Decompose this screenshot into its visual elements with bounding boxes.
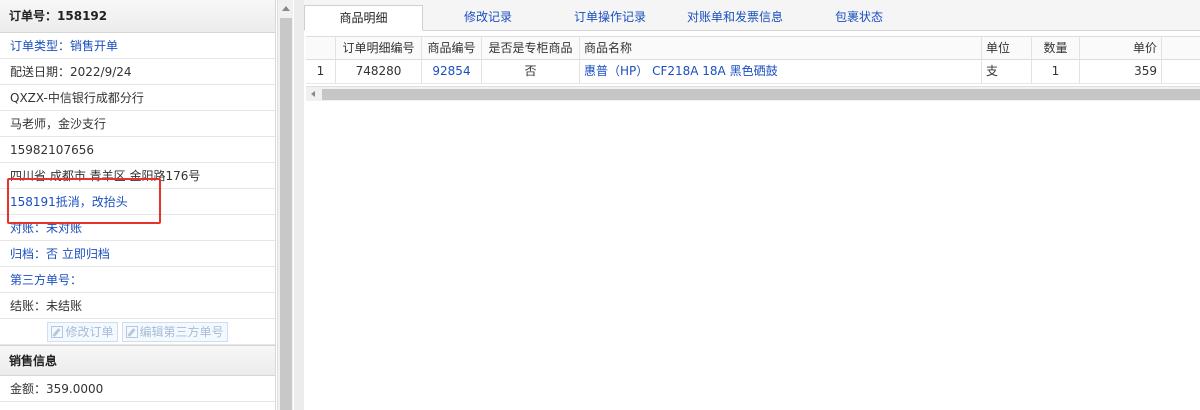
table-row[interactable]: 1 748280 92854 否 惠普（HP） CF218A 18A 黑色硒鼓 … [306, 60, 1200, 84]
product-name-link[interactable]: 惠普（HP） CF218A 18A 黑色硒鼓 [580, 60, 982, 84]
column-header-unit-price[interactable]: 单价 [1080, 37, 1162, 61]
scroll-left-arrow-icon[interactable] [311, 91, 315, 97]
order-number-label: 订单号： [9, 9, 58, 23]
panel-divider [294, 0, 304, 410]
edit-order-button[interactable]: 修改订单 [47, 321, 118, 342]
column-header-filler [1162, 37, 1200, 61]
edit-order-label: 修改订单 [65, 324, 114, 339]
tab-order-operation-log[interactable]: 订单操作记录 [554, 5, 666, 31]
row-index: 1 [306, 60, 336, 84]
order-type: 订单类型：销售开单 [0, 33, 275, 59]
scrollbar-thumb[interactable] [280, 18, 292, 410]
tab-change-log[interactable]: 修改记录 [432, 5, 544, 31]
column-header-unit[interactable]: 单位 [982, 37, 1032, 61]
product-code-link[interactable]: 92854 [422, 60, 482, 84]
sales-amount: 金额：359.0000 [0, 376, 275, 402]
grid-horizontal-scrollbar[interactable] [306, 86, 1200, 101]
detail-panel: 商品明细 修改记录 订单操作记录 对账单和发票信息 包裹状态 订单明细编号 商品… [304, 0, 1200, 410]
edit-third-party-label: 编辑第三方单号 [139, 324, 224, 339]
unit-price-cell: 359 [1080, 60, 1162, 84]
column-header-detail-no[interactable]: 订单明细编号 [336, 37, 422, 61]
edit-icon [125, 325, 138, 338]
column-header-quantity[interactable]: 数量 [1032, 37, 1080, 61]
product-grid: 订单明细编号 商品编号 是否是专柜商品 商品名称 单位 数量 单价 1 7482… [306, 36, 1200, 101]
left-panel-scrollbar[interactable] [277, 0, 293, 410]
column-header-product-code[interactable]: 商品编号 [422, 37, 482, 61]
detail-tabs: 商品明细 修改记录 订单操作记录 对账单和发票信息 包裹状态 [304, 0, 1200, 31]
customer-name: QXZX-中信银行成都分行 [0, 85, 275, 111]
detail-number-cell: 748280 [336, 60, 422, 84]
is-counter-cell: 否 [482, 60, 580, 84]
order-number-value: 158192 [57, 9, 108, 23]
tab-reconcile-invoice[interactable]: 对账单和发票信息 [674, 5, 796, 31]
archive-status[interactable]: 归档：否 立即归档 [0, 241, 275, 267]
third-party-number: 第三方单号： [0, 267, 275, 293]
column-header-index [306, 37, 336, 61]
horizontal-scrollbar-thumb[interactable] [322, 89, 1200, 100]
edit-icon [51, 325, 64, 338]
order-number-header: 订单号：158192 [0, 0, 275, 33]
filler-cell [1162, 60, 1200, 84]
settle-status: 结账：未结账 [0, 293, 275, 319]
order-action-bar: 修改订单 编辑第三方单号 [0, 319, 275, 345]
tab-package-status[interactable]: 包裹状态 [806, 5, 912, 31]
contact-phone: 15982107656 [0, 137, 275, 163]
edit-third-party-button[interactable]: 编辑第三方单号 [121, 321, 228, 342]
unit-cell: 支 [982, 60, 1032, 84]
tab-product-details[interactable]: 商品明细 [304, 5, 423, 31]
quantity-cell: 1 [1032, 60, 1080, 84]
delivery-date: 配送日期：2022/9/24 [0, 59, 275, 85]
column-header-product-name[interactable]: 商品名称 [580, 37, 982, 61]
column-header-is-counter[interactable]: 是否是专柜商品 [482, 37, 580, 61]
grid-header-row: 订单明细编号 商品编号 是否是专柜商品 商品名称 单位 数量 单价 [306, 36, 1200, 61]
scroll-up-arrow-icon[interactable] [282, 6, 290, 11]
sales-info-title: 销售信息 [0, 345, 275, 376]
contact-person: 马老师，金沙支行 [0, 111, 275, 137]
highlight-annotation-box [7, 178, 161, 224]
